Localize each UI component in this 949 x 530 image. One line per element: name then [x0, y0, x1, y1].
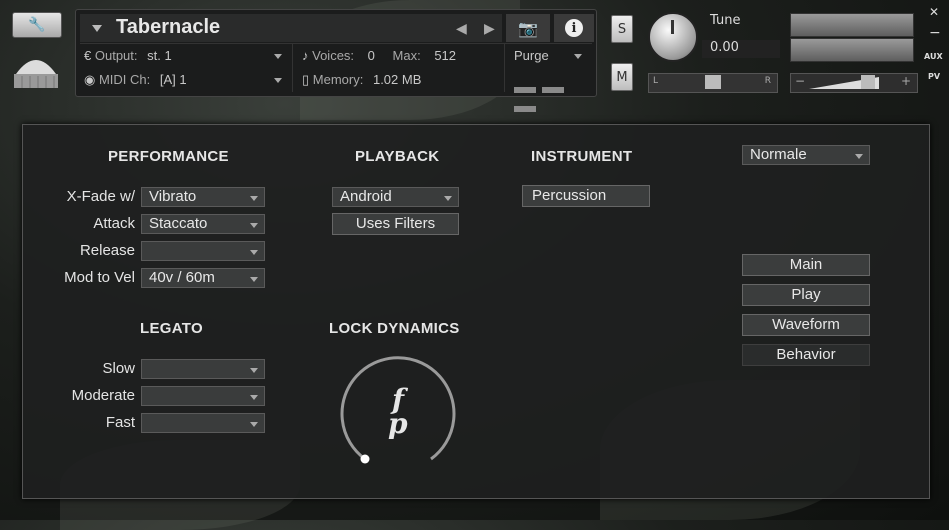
volume-minus[interactable]: − [795, 74, 805, 88]
camera-icon: 📷 [518, 18, 538, 38]
volume-plus[interactable]: + [901, 74, 911, 88]
mod-to-vel-label: Mod to Vel [64, 269, 135, 286]
dynamics-dial[interactable]: f p [338, 353, 458, 473]
tune-knob[interactable] [648, 12, 698, 62]
pan-left-label: L [653, 76, 659, 86]
output-row[interactable]: € Output: st. 1 [84, 48, 172, 63]
max-label: Max: [392, 48, 421, 63]
mod-to-vel-dropdown[interactable]: 40v / 60m [141, 268, 265, 288]
snapshot-camera-button[interactable]: 📷 [506, 14, 550, 42]
page-play-button[interactable]: Play [742, 284, 870, 306]
divider [80, 43, 592, 44]
percussion-button[interactable]: Percussion [522, 185, 650, 207]
tune-label: Tune [710, 13, 741, 28]
output-icon: € [84, 48, 92, 63]
settings-wrench-button[interactable]: 🔧 [12, 12, 62, 38]
level-meter-left [790, 13, 914, 37]
pan-slider[interactable]: L R [648, 73, 778, 93]
close-icon[interactable]: ✕ [929, 5, 939, 19]
instrument-menu-icon[interactable] [92, 25, 102, 32]
midi-icon: ◉ [84, 72, 96, 87]
output-label: Output: [94, 48, 138, 63]
legato-moderate-dropdown[interactable] [141, 386, 265, 406]
solo-button[interactable]: S [611, 15, 633, 43]
legato-fast-label: Fast [105, 414, 135, 431]
memory-icon: ▯ [302, 72, 310, 87]
uses-filters-button[interactable]: Uses Filters [332, 213, 459, 235]
instrument-header: Tabernacle ◀ ▶ 📷 i € Output: st. 1 ♪ Voi… [75, 9, 597, 112]
pv-button[interactable]: PV [928, 72, 940, 81]
tune-value[interactable]: 0.00 [702, 40, 780, 58]
page-main-button[interactable]: Main [742, 254, 870, 276]
release-dropdown[interactable] [141, 241, 265, 261]
output-dropdown-icon[interactable] [274, 54, 282, 59]
next-instrument-icon[interactable]: ▶ [484, 21, 495, 37]
playback-mode-dropdown[interactable]: Android [332, 187, 459, 207]
memory-row: ▯ Memory: 1.02 MB [302, 72, 421, 88]
midi-channel-value[interactable]: [A] 1 [160, 72, 187, 87]
info-button[interactable]: i [554, 14, 594, 42]
voices-icon: ♪ [302, 48, 309, 63]
minimize-button[interactable]: − [929, 25, 941, 41]
max-voices-value[interactable]: 512 [434, 48, 456, 63]
voices-row: ♪ Voices: 0 Max: 512 [302, 48, 456, 63]
instrument-name[interactable]: Tabernacle [116, 16, 220, 39]
instrument-main-panel: PERFORMANCE X-Fade w/ Vibrato Attack Sta… [22, 124, 930, 499]
volume-handle[interactable] [861, 75, 875, 89]
volume-slider[interactable]: − + [790, 73, 918, 93]
divider [292, 44, 293, 92]
voices-value: 0 [367, 48, 375, 63]
aux-button[interactable]: AUX [924, 52, 943, 61]
pan-right-label: R [764, 76, 771, 86]
legato-slow-dropdown[interactable] [141, 359, 265, 379]
pan-handle[interactable] [705, 75, 721, 89]
instrument-thumbnail-icon [14, 60, 58, 88]
legato-heading: LEGATO [140, 320, 203, 337]
purge-indicators [514, 78, 596, 116]
memory-label: Memory: [312, 72, 364, 87]
legato-fast-dropdown[interactable] [141, 413, 265, 433]
legato-moderate-label: Moderate [71, 387, 135, 404]
attack-dropdown[interactable]: Staccato [141, 214, 265, 234]
level-meter-right [790, 38, 914, 62]
xfade-dropdown[interactable]: Vibrato [141, 187, 265, 207]
wrench-icon: 🔧 [28, 17, 46, 33]
release-label: Release [79, 242, 135, 259]
prev-instrument-icon[interactable]: ◀ [456, 21, 467, 37]
output-value[interactable]: st. 1 [147, 48, 172, 63]
midi-row[interactable]: ◉ MIDI Ch: [A] 1 [84, 72, 187, 88]
lock-dynamics-heading: LOCK DYNAMICS [329, 320, 460, 337]
instrument-heading: INSTRUMENT [531, 148, 633, 165]
purge-menu[interactable]: Purge [514, 48, 549, 63]
title-row: Tabernacle ◀ ▶ [80, 14, 502, 42]
dial-glyph-p: p [388, 407, 408, 440]
divider [504, 44, 505, 92]
purge-dropdown-icon[interactable] [574, 54, 582, 59]
attack-label: Attack [93, 215, 135, 232]
playback-heading: PLAYBACK [355, 148, 440, 165]
midi-label: MIDI Ch: [98, 72, 151, 87]
articulation-mode-dropdown[interactable]: Normale [742, 145, 870, 165]
page-behavior-button[interactable]: Behavior [742, 344, 870, 366]
xfade-label: X-Fade w/ [66, 188, 135, 205]
legato-slow-label: Slow [102, 360, 135, 377]
page-waveform-button[interactable]: Waveform [742, 314, 870, 336]
midi-dropdown-icon[interactable] [274, 78, 282, 83]
info-icon: i [565, 19, 583, 37]
voices-label: Voices: [312, 48, 355, 63]
memory-value: 1.02 MB [372, 72, 422, 87]
mute-button[interactable]: M [611, 63, 633, 91]
performance-heading: PERFORMANCE [108, 148, 229, 165]
purge-label[interactable]: Purge [514, 48, 549, 63]
